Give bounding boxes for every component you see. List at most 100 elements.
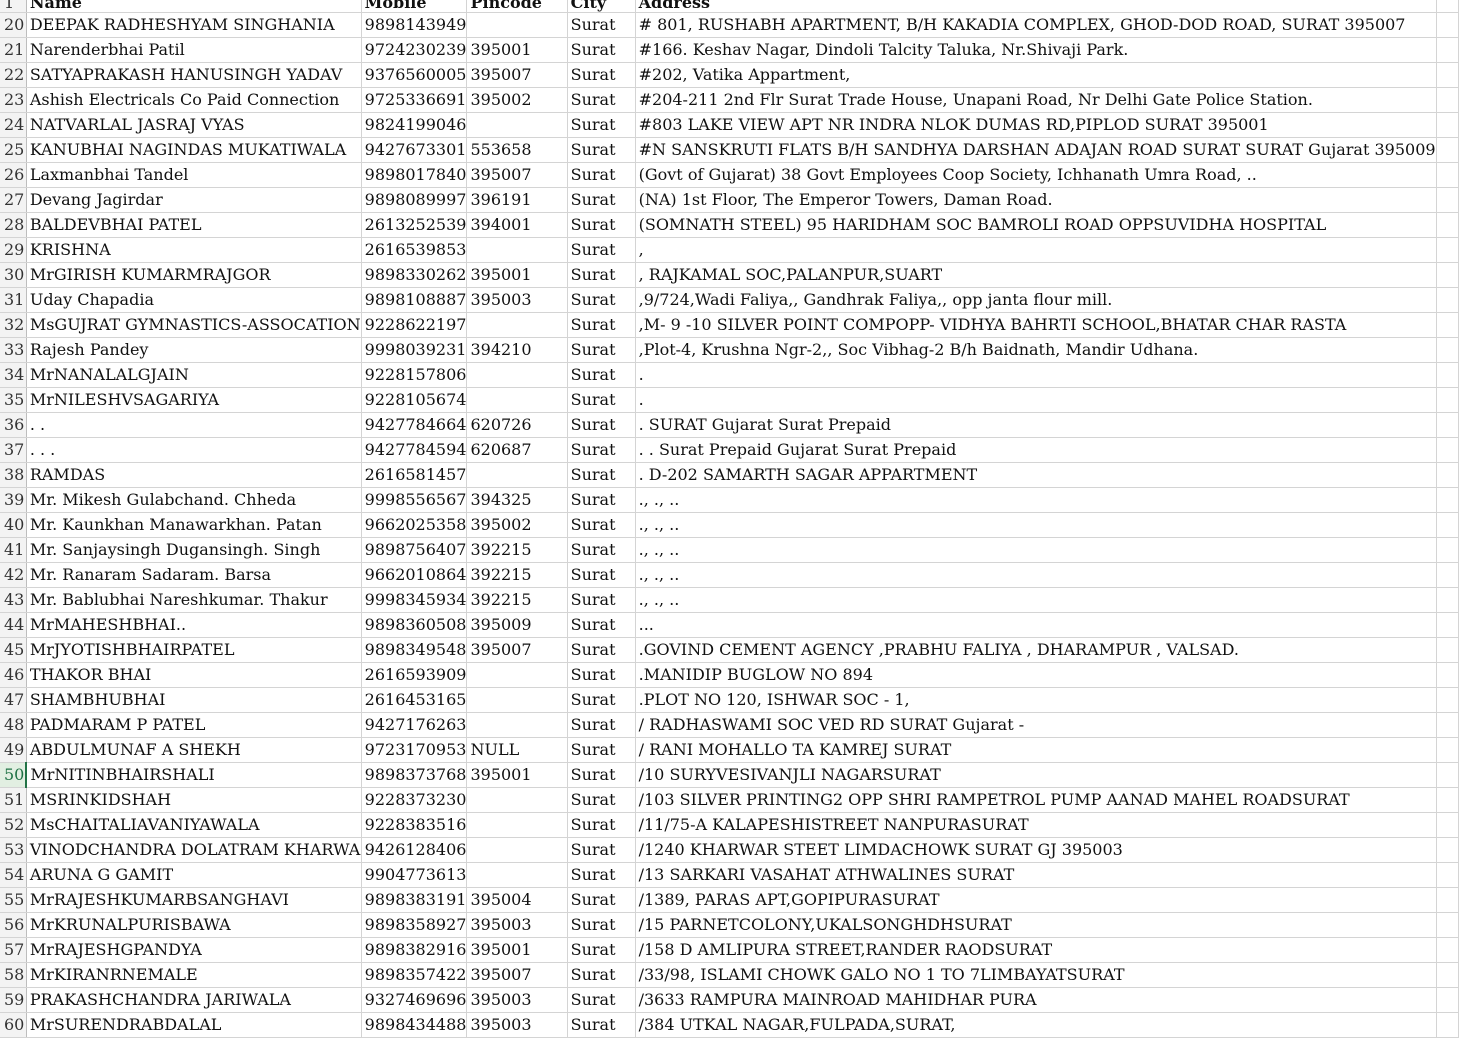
cell-name[interactable]: RAMDAS	[26, 462, 362, 488]
column-header-mobile[interactable]: Mobile	[361, 0, 468, 13]
cell-empty[interactable]	[1436, 737, 1459, 763]
cell-address[interactable]: /33/98, ISLAMI CHOWK GALO NO 1 TO 7LIMBA…	[635, 962, 1437, 988]
cell-pincode[interactable]: 395001	[466, 937, 568, 963]
cell-city[interactable]: Surat	[567, 962, 636, 988]
cell-mobile[interactable]: 9724230239	[361, 37, 468, 63]
row-number[interactable]: 47	[0, 687, 27, 713]
cell-city[interactable]: Surat	[567, 612, 636, 638]
row-number[interactable]: 55	[0, 887, 27, 913]
cell-name[interactable]: MrKIRANRNEMALE	[26, 962, 362, 988]
cell-name[interactable]: MrRAJESHGPANDYA	[26, 937, 362, 963]
row-number[interactable]: 57	[0, 937, 27, 963]
cell-mobile[interactable]: 9898017840	[361, 162, 468, 188]
row-number[interactable]: 56	[0, 912, 27, 938]
cell-name[interactable]: Rajesh Pandey	[26, 337, 362, 363]
column-header-city[interactable]: City	[567, 0, 636, 13]
cell-name[interactable]: THAKOR BHAI	[26, 662, 362, 688]
cell-name[interactable]: MrJYOTISHBHAIRPATEL	[26, 637, 362, 663]
cell-pincode[interactable]: 620687	[466, 437, 568, 463]
cell-empty[interactable]	[1436, 662, 1459, 688]
cell-address[interactable]: /10 SURYVESIVANJLI NAGARSURAT	[635, 762, 1437, 788]
cell-city[interactable]: Surat	[567, 562, 636, 588]
cell-empty[interactable]	[1436, 87, 1459, 113]
cell-pincode[interactable]	[466, 837, 568, 863]
cell-name[interactable]: . .	[26, 412, 362, 438]
cell-mobile[interactable]: 9427673301	[361, 137, 468, 163]
cell-mobile[interactable]: 2613252539	[361, 212, 468, 238]
cell-address[interactable]: ., ., ..	[635, 537, 1437, 563]
cell-city[interactable]: Surat	[567, 62, 636, 88]
cell-empty[interactable]	[1436, 137, 1459, 163]
cell-city[interactable]: Surat	[567, 262, 636, 288]
cell-mobile[interactable]: 9662010864	[361, 562, 468, 588]
row-number[interactable]: 22	[0, 62, 27, 88]
row-number[interactable]: 48	[0, 712, 27, 738]
row-number[interactable]: 59	[0, 987, 27, 1013]
cell-pincode[interactable]: 392215	[466, 537, 568, 563]
cell-empty[interactable]	[1436, 687, 1459, 713]
cell-address[interactable]: ., ., ..	[635, 587, 1437, 613]
cell-mobile[interactable]: 9898349548	[361, 637, 468, 663]
cell-mobile[interactable]: 9662025358	[361, 512, 468, 538]
cell-name[interactable]: MsCHAITALIAVANIYAWALA	[26, 812, 362, 838]
cell-empty[interactable]	[1436, 462, 1459, 488]
cell-empty[interactable]	[1436, 12, 1459, 38]
cell-name[interactable]: KANUBHAI NAGINDAS MUKATIWALA	[26, 137, 362, 163]
cell-empty[interactable]	[1436, 62, 1459, 88]
cell-address[interactable]: . . Surat Prepaid Gujarat Surat Prepaid	[635, 437, 1437, 463]
cell-empty[interactable]	[1436, 287, 1459, 313]
row-number[interactable]: 35	[0, 387, 27, 413]
row-number[interactable]: 51	[0, 787, 27, 813]
cell-empty[interactable]	[1436, 387, 1459, 413]
row-number[interactable]: 42	[0, 562, 27, 588]
cell-mobile[interactable]: 9898360508	[361, 612, 468, 638]
cell-address[interactable]: #204-211 2nd Flr Surat Trade House, Unap…	[635, 87, 1437, 113]
cell-mobile[interactable]: 9228157806	[361, 362, 468, 388]
cell-mobile[interactable]: 2616539853	[361, 237, 468, 263]
row-number[interactable]: 24	[0, 112, 27, 138]
cell-name[interactable]: Mr. Ranaram Sadaram. Barsa	[26, 562, 362, 588]
cell-name[interactable]: MrRAJESHKUMARBSANGHAVI	[26, 887, 362, 913]
row-number[interactable]: 33	[0, 337, 27, 363]
cell-name[interactable]: MrNITINBHAIRSHALI	[26, 762, 362, 788]
cell-mobile[interactable]: 9898383191	[361, 887, 468, 913]
cell-name[interactable]: VINODCHANDRA DOLATRAM KHARWA	[26, 837, 362, 863]
cell-address[interactable]: ., ., ..	[635, 562, 1437, 588]
row-number[interactable]: 34	[0, 362, 27, 388]
row-number[interactable]: 20	[0, 12, 27, 38]
cell-empty[interactable]	[1436, 812, 1459, 838]
cell-mobile[interactable]: 9898330262	[361, 262, 468, 288]
cell-address[interactable]: ,	[635, 237, 1437, 263]
cell-address[interactable]: ., ., ..	[635, 512, 1437, 538]
cell-city[interactable]: Surat	[567, 737, 636, 763]
cell-city[interactable]: Surat	[567, 337, 636, 363]
cell-name[interactable]: SHAMBHUBHAI	[26, 687, 362, 713]
cell-city[interactable]: Surat	[567, 312, 636, 338]
cell-empty[interactable]	[1436, 637, 1459, 663]
cell-mobile[interactable]: 9898358927	[361, 912, 468, 938]
cell-empty[interactable]	[1436, 187, 1459, 213]
cell-mobile[interactable]: 9228373230	[361, 787, 468, 813]
cell-address[interactable]: ...	[635, 612, 1437, 638]
cell-name[interactable]: MrNILESHVSAGARIYA	[26, 387, 362, 413]
cell-address[interactable]: (SOMNATH STEEL) 95 HARIDHAM SOC BAMROLI …	[635, 212, 1437, 238]
cell-empty[interactable]	[1436, 1012, 1459, 1038]
row-number[interactable]: 45	[0, 637, 27, 663]
column-header-pincode[interactable]: Pincode	[466, 0, 568, 13]
cell-mobile[interactable]: 9998556567	[361, 487, 468, 513]
cell-name[interactable]: MrNANALALGJAIN	[26, 362, 362, 388]
cell-pincode[interactable]: 394325	[466, 487, 568, 513]
cell-address[interactable]: .	[635, 362, 1437, 388]
cell-city[interactable]: Surat	[567, 137, 636, 163]
cell-name[interactable]: Laxmanbhai Tandel	[26, 162, 362, 188]
cell-city[interactable]: Surat	[567, 912, 636, 938]
cell-name[interactable]: SATYAPRAKASH HANUSINGH YADAV	[26, 62, 362, 88]
row-number[interactable]: 28	[0, 212, 27, 238]
cell-pincode[interactable]: 395003	[466, 1012, 568, 1038]
cell-mobile[interactable]: 9427176263	[361, 712, 468, 738]
cell-pincode[interactable]: 395002	[466, 512, 568, 538]
cell-pincode[interactable]: 395007	[466, 962, 568, 988]
cell-city[interactable]: Surat	[567, 162, 636, 188]
cell-city[interactable]: Surat	[567, 637, 636, 663]
cell-address[interactable]: #202, Vatika Appartment,	[635, 62, 1437, 88]
